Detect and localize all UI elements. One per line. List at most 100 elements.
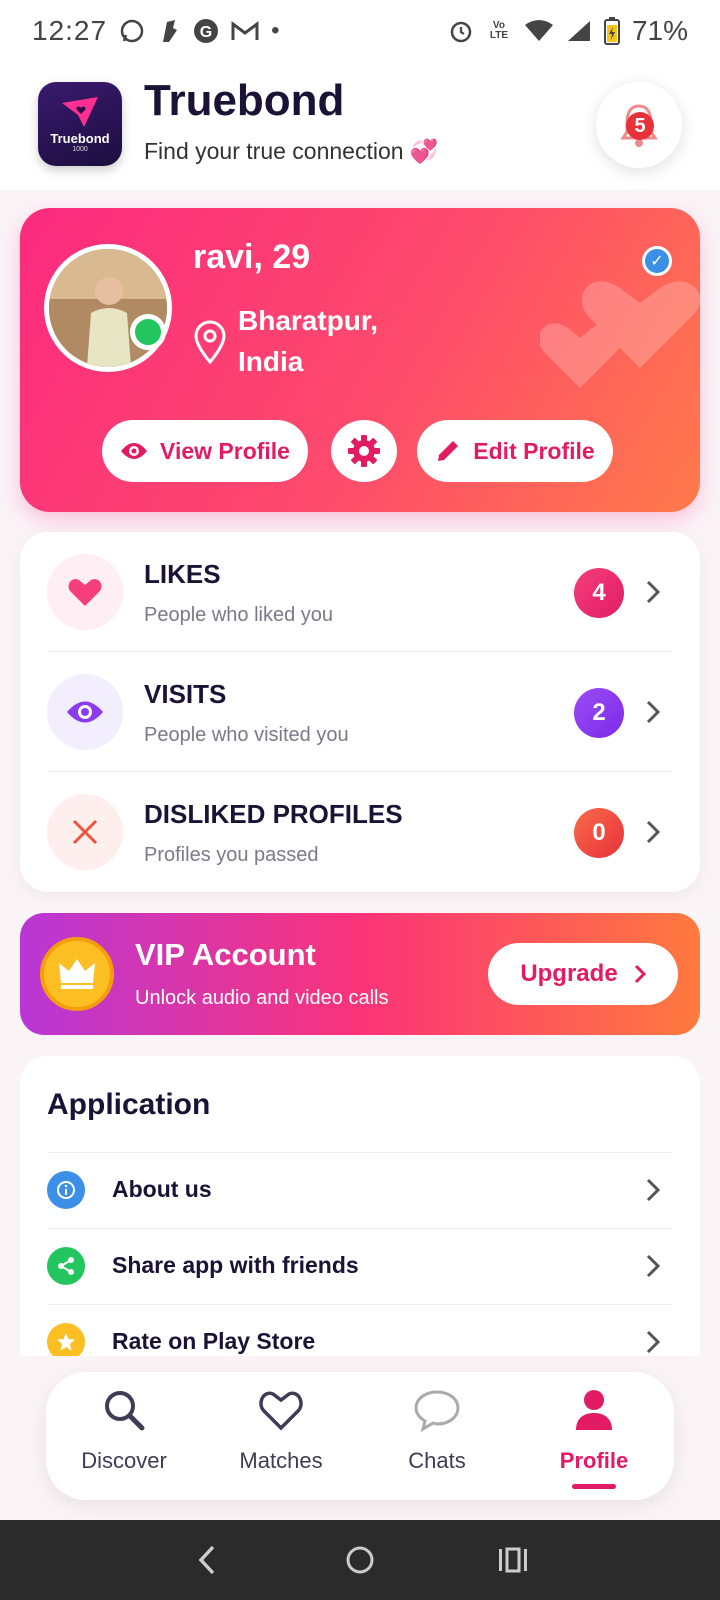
status-left: 12:27 G • [32, 15, 279, 47]
chevron-right-icon [646, 1330, 660, 1354]
nav-label: Profile [559, 1448, 629, 1473]
battery-level: 71% [631, 15, 688, 46]
online-status-dot [130, 314, 166, 350]
divider [48, 1304, 672, 1305]
nav-matches[interactable]: Matches [211, 1386, 351, 1496]
nav-label: Discover [81, 1448, 167, 1473]
likes-icon-circle [47, 554, 123, 630]
chevron-right-icon [646, 700, 660, 724]
signal-icon [567, 21, 590, 41]
profile-location: Bharatpur, India [238, 305, 379, 377]
edit-profile-button[interactable]: Edit Profile [417, 420, 613, 482]
divider [48, 1228, 672, 1229]
system-navigation-bar [0, 1520, 720, 1600]
back-icon [198, 1545, 214, 1575]
alarm-icon [450, 21, 472, 43]
chevron-right-icon [646, 820, 660, 844]
item-label: About us [112, 1176, 212, 1202]
about-us-item[interactable]: About us [20, 1152, 700, 1228]
upgrade-button[interactable]: Upgrade [488, 943, 678, 1005]
x-icon [72, 819, 98, 845]
notifications-button[interactable]: 5 [596, 82, 682, 168]
likes-row[interactable]: LIKES People who liked you 4 [20, 532, 700, 652]
more-notifications-dot-icon: • [271, 17, 280, 44]
item-label: Rate on Play Store [112, 1328, 316, 1354]
stat-subtitle: People who visited you [144, 724, 349, 746]
svg-text:G: G [200, 24, 212, 41]
recents-icon [499, 1547, 528, 1573]
bottom-navigation: Discover Matches Chats Profile [46, 1372, 674, 1500]
disliked-profiles-row[interactable]: DISLIKED PROFILES Profiles you passed 0 [20, 772, 700, 892]
wifi-icon [524, 20, 553, 41]
gmail-icon [231, 21, 259, 40]
volte-icon: Vo LTE [489, 20, 509, 41]
nav-chats[interactable]: Chats [367, 1386, 507, 1496]
whatsapp-icon [120, 19, 144, 43]
visits-icon-circle [47, 674, 123, 750]
upgrade-label: Upgrade [520, 960, 618, 987]
eye-icon [121, 443, 148, 459]
chevron-right-icon [634, 964, 646, 984]
edit-profile-label: Edit Profile [473, 437, 595, 464]
heart-outline-icon [259, 1391, 303, 1431]
share-app-item[interactable]: Share app with friends [20, 1228, 700, 1304]
section-title: Application [47, 1088, 211, 1121]
chat-bubble-icon [414, 1390, 460, 1433]
search-icon [105, 1391, 145, 1431]
vip-account-banner[interactable]: VIP Account Unlock audio and video calls… [20, 913, 700, 1035]
verified-badge-icon: ✓ [642, 246, 672, 276]
heart-icon [68, 579, 102, 606]
nav-label: Chats [408, 1448, 466, 1473]
status-right: Vo LTE 71% [448, 15, 688, 47]
back-button[interactable] [187, 1540, 227, 1580]
app-notification-icon [163, 20, 178, 42]
crown-icon [40, 937, 114, 1011]
paper-plane-heart-icon [62, 97, 98, 127]
bottom-area: Discover Matches Chats Profile [0, 1356, 720, 1520]
chevron-right-icon [646, 1254, 660, 1278]
notification-count-badge: 5 [626, 112, 654, 140]
disliked-count-badge: 0 [574, 808, 624, 858]
stat-title: LIKES [144, 559, 221, 589]
visits-count-badge: 2 [574, 688, 624, 738]
profile-name-age: ravi, 29 [193, 238, 311, 276]
stat-title: VISITS [144, 679, 227, 709]
app-logo: Truebond 1000 [38, 82, 122, 166]
view-profile-label: View Profile [160, 437, 290, 464]
nav-label: Matches [239, 1448, 323, 1473]
app-header: Truebond 1000 Truebond Find your true co… [0, 62, 720, 190]
disliked-icon-circle [47, 794, 123, 870]
logo-subtext: 1000 [72, 146, 88, 153]
divider [48, 1152, 672, 1153]
stat-subtitle: Profiles you passed [144, 844, 319, 866]
stats-card: LIKES People who liked you 4 VISITS Peop… [20, 532, 700, 892]
settings-button[interactable] [331, 420, 397, 482]
status-bar: 12:27 G • Vo LTE 71% [0, 0, 720, 62]
nav-profile[interactable]: Profile [524, 1386, 664, 1496]
stat-title: DISLIKED PROFILES [144, 799, 403, 829]
share-icon [47, 1247, 85, 1285]
stat-subtitle: People who liked you [144, 604, 334, 626]
hearts-decoration-icon [540, 281, 700, 388]
status-time: 12:27 [32, 15, 108, 46]
info-icon [47, 1171, 85, 1209]
chevron-right-icon [646, 1178, 660, 1202]
visits-row[interactable]: VISITS People who visited you 2 [20, 652, 700, 772]
google-icon: G [194, 19, 219, 43]
app-title: Truebond [144, 76, 345, 125]
home-button[interactable] [340, 1540, 380, 1580]
recents-button[interactable] [493, 1540, 533, 1580]
nav-discover[interactable]: Discover [54, 1386, 194, 1496]
application-section: Application About us Share app with frie… [20, 1056, 700, 1396]
eye-icon [67, 701, 103, 723]
gear-icon [348, 435, 380, 467]
pencil-icon [438, 441, 459, 461]
view-profile-button[interactable]: View Profile [102, 420, 308, 482]
person-icon [576, 1390, 612, 1430]
app-tagline: Find your true connection 💞 [144, 138, 439, 164]
logo-text: Truebond [50, 131, 110, 146]
active-indicator [572, 1484, 616, 1489]
chevron-right-icon [646, 580, 660, 604]
vip-title: VIP Account [135, 937, 316, 972]
avatar[interactable] [44, 244, 172, 372]
